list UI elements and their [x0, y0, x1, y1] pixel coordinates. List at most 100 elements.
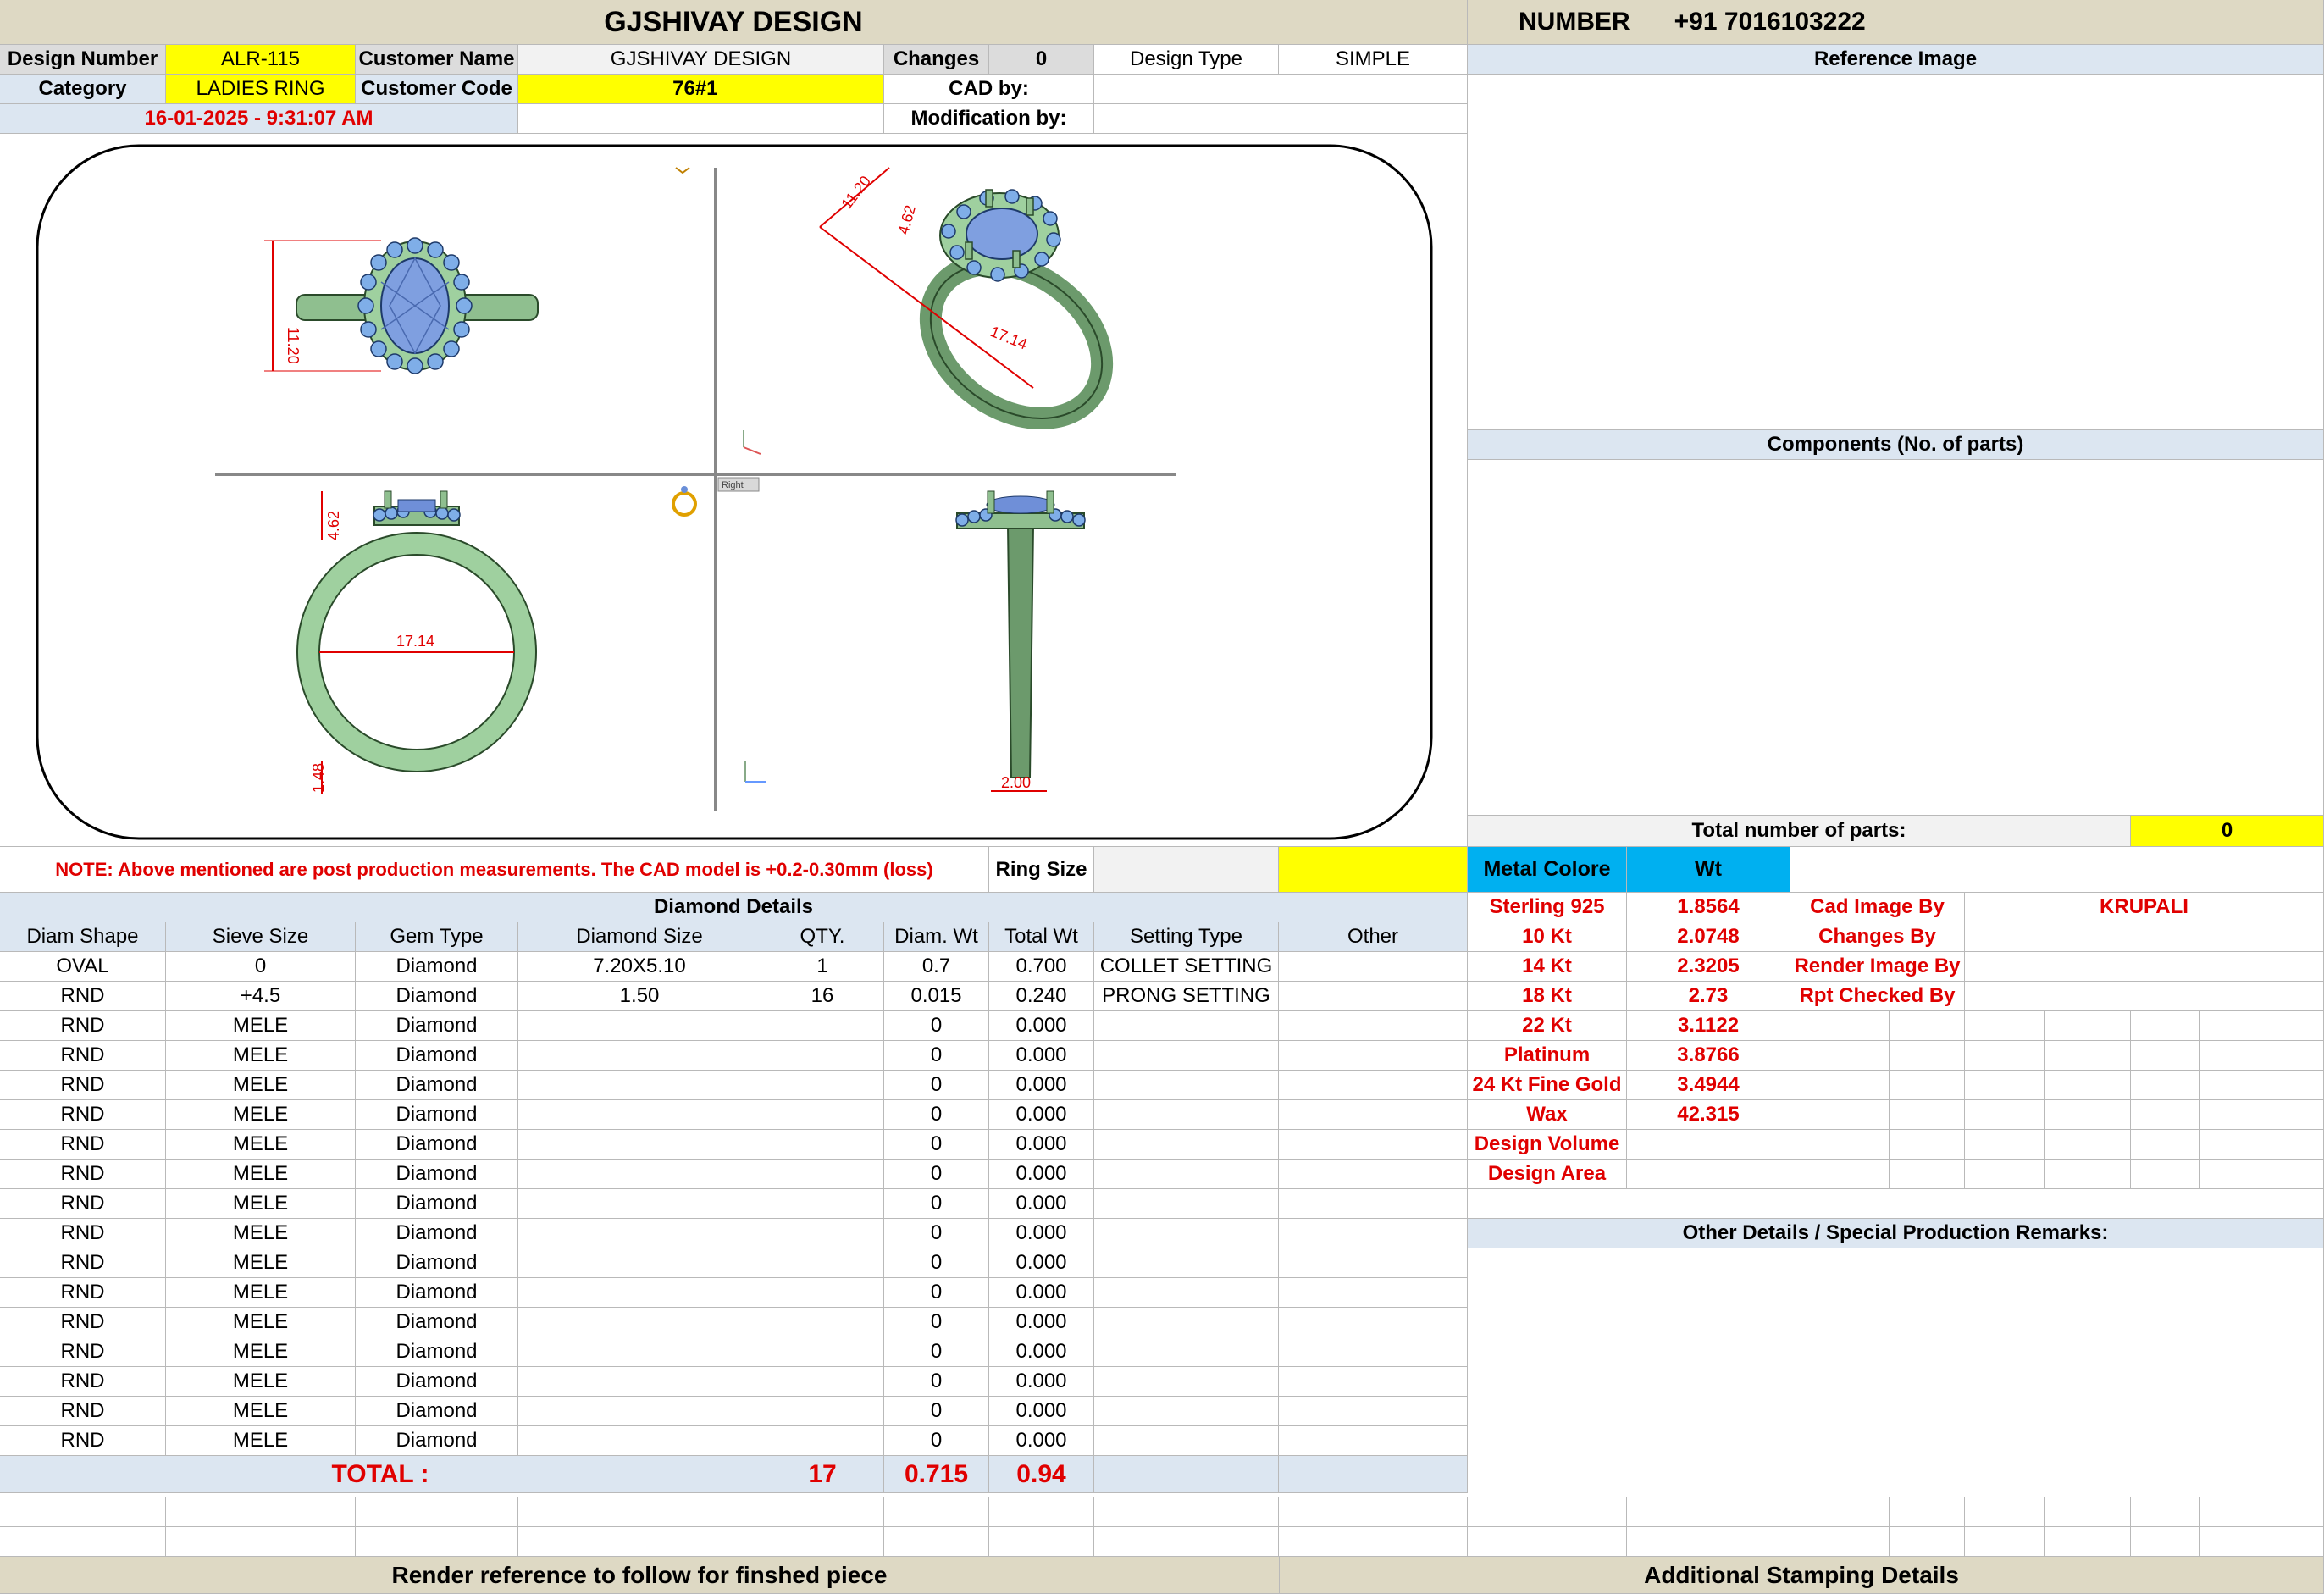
- diamond-cell[interactable]: 0: [166, 952, 356, 982]
- diamond-cell[interactable]: [1094, 1248, 1279, 1278]
- diamond-cell[interactable]: [1094, 1278, 1279, 1308]
- diamond-cell[interactable]: Diamond: [356, 1426, 518, 1456]
- diamond-cell[interactable]: [518, 1397, 761, 1426]
- metal-wt[interactable]: 2.3205: [1627, 952, 1790, 982]
- diamond-cell[interactable]: Diamond: [356, 1100, 518, 1130]
- cad-by-value[interactable]: [1094, 75, 1468, 104]
- metal-wt[interactable]: 1.8564: [1627, 893, 1790, 922]
- diamond-cell[interactable]: 0: [884, 1337, 989, 1367]
- diamond-cell[interactable]: MELE: [166, 1308, 356, 1337]
- diamond-cell[interactable]: [518, 1100, 761, 1130]
- diamond-cell[interactable]: 0: [884, 1219, 989, 1248]
- diamond-cell[interactable]: [1279, 982, 1468, 1011]
- diamond-cell[interactable]: 0: [884, 1041, 989, 1071]
- diamond-cell[interactable]: 0.700: [989, 952, 1094, 982]
- diamond-cell[interactable]: 0.000: [989, 1189, 1094, 1219]
- category-value[interactable]: LADIES RING: [166, 75, 356, 104]
- diamond-cell[interactable]: Diamond: [356, 1248, 518, 1278]
- diamond-cell[interactable]: MELE: [166, 1397, 356, 1426]
- metal-wt[interactable]: 3.1122: [1627, 1011, 1790, 1041]
- diamond-cell[interactable]: RND: [0, 1337, 166, 1367]
- diamond-cell[interactable]: Diamond: [356, 982, 518, 1011]
- diamond-cell[interactable]: MELE: [166, 1337, 356, 1367]
- diamond-cell[interactable]: 0.000: [989, 1308, 1094, 1337]
- diamond-cell[interactable]: 0.000: [989, 1160, 1094, 1189]
- diamond-cell[interactable]: MELE: [166, 1011, 356, 1041]
- diamond-cell[interactable]: [761, 1367, 884, 1397]
- diamond-cell[interactable]: RND: [0, 1278, 166, 1308]
- diamond-cell[interactable]: 0: [884, 1130, 989, 1160]
- total-parts-value[interactable]: 0: [2131, 816, 2324, 847]
- diamond-cell[interactable]: [761, 1426, 884, 1456]
- diamond-cell[interactable]: +4.5: [166, 982, 356, 1011]
- diamond-cell[interactable]: [761, 1308, 884, 1337]
- diamond-cell[interactable]: [1094, 1189, 1279, 1219]
- metal-wt[interactable]: 2.73: [1627, 982, 1790, 1011]
- credit-value[interactable]: [1965, 922, 2324, 952]
- diamond-cell[interactable]: [1094, 1308, 1279, 1337]
- diamond-cell[interactable]: [518, 1219, 761, 1248]
- diamond-cell[interactable]: RND: [0, 1071, 166, 1100]
- diamond-cell[interactable]: [761, 1100, 884, 1130]
- diamond-cell[interactable]: 0: [884, 1308, 989, 1337]
- diamond-cell[interactable]: [518, 1426, 761, 1456]
- diamond-cell[interactable]: [761, 1337, 884, 1367]
- diamond-cell[interactable]: [1279, 1160, 1468, 1189]
- diamond-cell[interactable]: 0.000: [989, 1278, 1094, 1308]
- diamond-cell[interactable]: RND: [0, 1189, 166, 1219]
- diamond-cell[interactable]: [1279, 1100, 1468, 1130]
- diamond-cell[interactable]: Diamond: [356, 1308, 518, 1337]
- diamond-cell[interactable]: [761, 1041, 884, 1071]
- diamond-cell[interactable]: [1279, 1041, 1468, 1071]
- diamond-cell[interactable]: 0.000: [989, 1130, 1094, 1160]
- modification-by-value[interactable]: [1094, 104, 1468, 134]
- diamond-cell[interactable]: 0.240: [989, 982, 1094, 1011]
- credit-value[interactable]: [1965, 952, 2324, 982]
- diamond-cell[interactable]: [1279, 1367, 1468, 1397]
- diamond-cell[interactable]: [1279, 1337, 1468, 1367]
- diamond-cell[interactable]: 0.000: [989, 1041, 1094, 1071]
- diamond-cell[interactable]: [1094, 1397, 1279, 1426]
- diamond-cell[interactable]: RND: [0, 1041, 166, 1071]
- diamond-cell[interactable]: RND: [0, 1130, 166, 1160]
- diamond-cell[interactable]: [518, 1011, 761, 1041]
- diamond-cell[interactable]: MELE: [166, 1071, 356, 1100]
- diamond-cell[interactable]: RND: [0, 1219, 166, 1248]
- diamond-cell[interactable]: Diamond: [356, 1071, 518, 1100]
- diamond-cell[interactable]: MELE: [166, 1367, 356, 1397]
- diamond-cell[interactable]: Diamond: [356, 1041, 518, 1071]
- diamond-cell[interactable]: [1094, 1011, 1279, 1041]
- diamond-cell[interactable]: 0.7: [884, 952, 989, 982]
- diamond-cell[interactable]: RND: [0, 982, 166, 1011]
- diamond-cell[interactable]: [518, 1041, 761, 1071]
- diamond-cell[interactable]: 0.000: [989, 1071, 1094, 1100]
- diamond-cell[interactable]: 0: [884, 1100, 989, 1130]
- metal-wt[interactable]: 42.315: [1627, 1100, 1790, 1130]
- diamond-cell[interactable]: 0: [884, 1426, 989, 1456]
- diamond-cell[interactable]: COLLET SETTING: [1094, 952, 1279, 982]
- diamond-cell[interactable]: [761, 1011, 884, 1041]
- diamond-cell[interactable]: [518, 1248, 761, 1278]
- diamond-cell[interactable]: [761, 1130, 884, 1160]
- metal-wt[interactable]: [1627, 1160, 1790, 1189]
- design-type-value[interactable]: SIMPLE: [1279, 45, 1468, 75]
- diamond-cell[interactable]: MELE: [166, 1100, 356, 1130]
- metal-wt[interactable]: [1627, 1130, 1790, 1160]
- diamond-cell[interactable]: [1279, 1011, 1468, 1041]
- diamond-cell[interactable]: [518, 1337, 761, 1367]
- diamond-cell[interactable]: MELE: [166, 1248, 356, 1278]
- diamond-cell[interactable]: [1094, 1100, 1279, 1130]
- diamond-cell[interactable]: 1.50: [518, 982, 761, 1011]
- diamond-cell[interactable]: OVAL: [0, 952, 166, 982]
- diamond-cell[interactable]: RND: [0, 1397, 166, 1426]
- diamond-cell[interactable]: [1279, 952, 1468, 982]
- diamond-cell[interactable]: [518, 1130, 761, 1160]
- diamond-cell[interactable]: 0.000: [989, 1397, 1094, 1426]
- customer-code-value[interactable]: 76#1_: [518, 75, 884, 104]
- diamond-cell[interactable]: MELE: [166, 1219, 356, 1248]
- changes-value[interactable]: 0: [989, 45, 1094, 75]
- diamond-cell[interactable]: RND: [0, 1160, 166, 1189]
- diamond-cell[interactable]: [1279, 1189, 1468, 1219]
- diamond-cell[interactable]: Diamond: [356, 1189, 518, 1219]
- diamond-cell[interactable]: PRONG SETTING: [1094, 982, 1279, 1011]
